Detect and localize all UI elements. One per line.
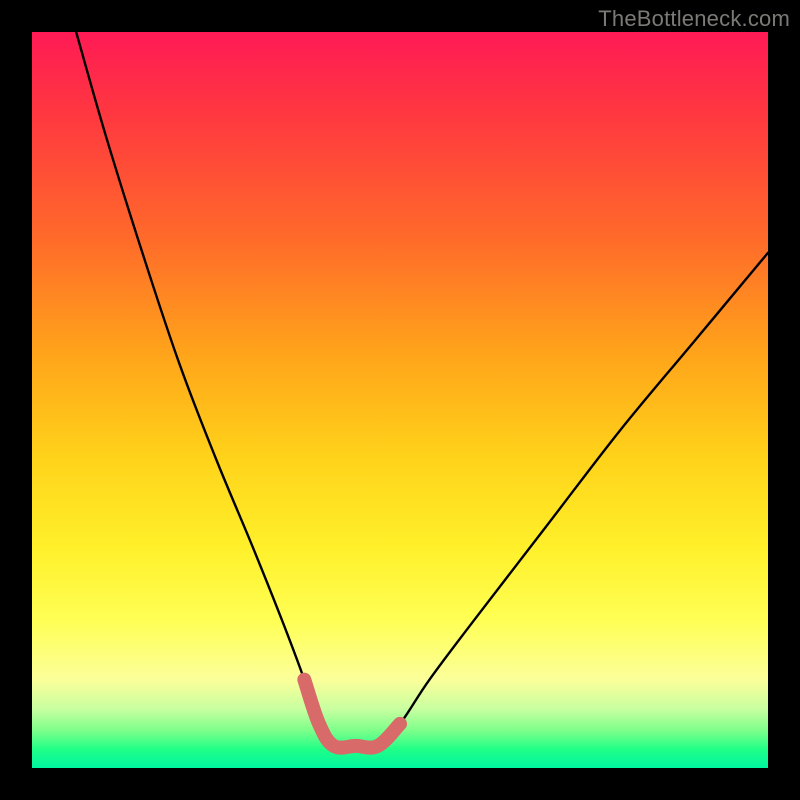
plot-area <box>32 32 768 768</box>
chart-frame: TheBottleneck.com <box>0 0 800 800</box>
bottleneck-curve-path <box>76 32 768 748</box>
curve-layer <box>32 32 768 768</box>
watermark-text: TheBottleneck.com <box>598 6 790 32</box>
optimal-band-marker-path <box>304 680 400 748</box>
